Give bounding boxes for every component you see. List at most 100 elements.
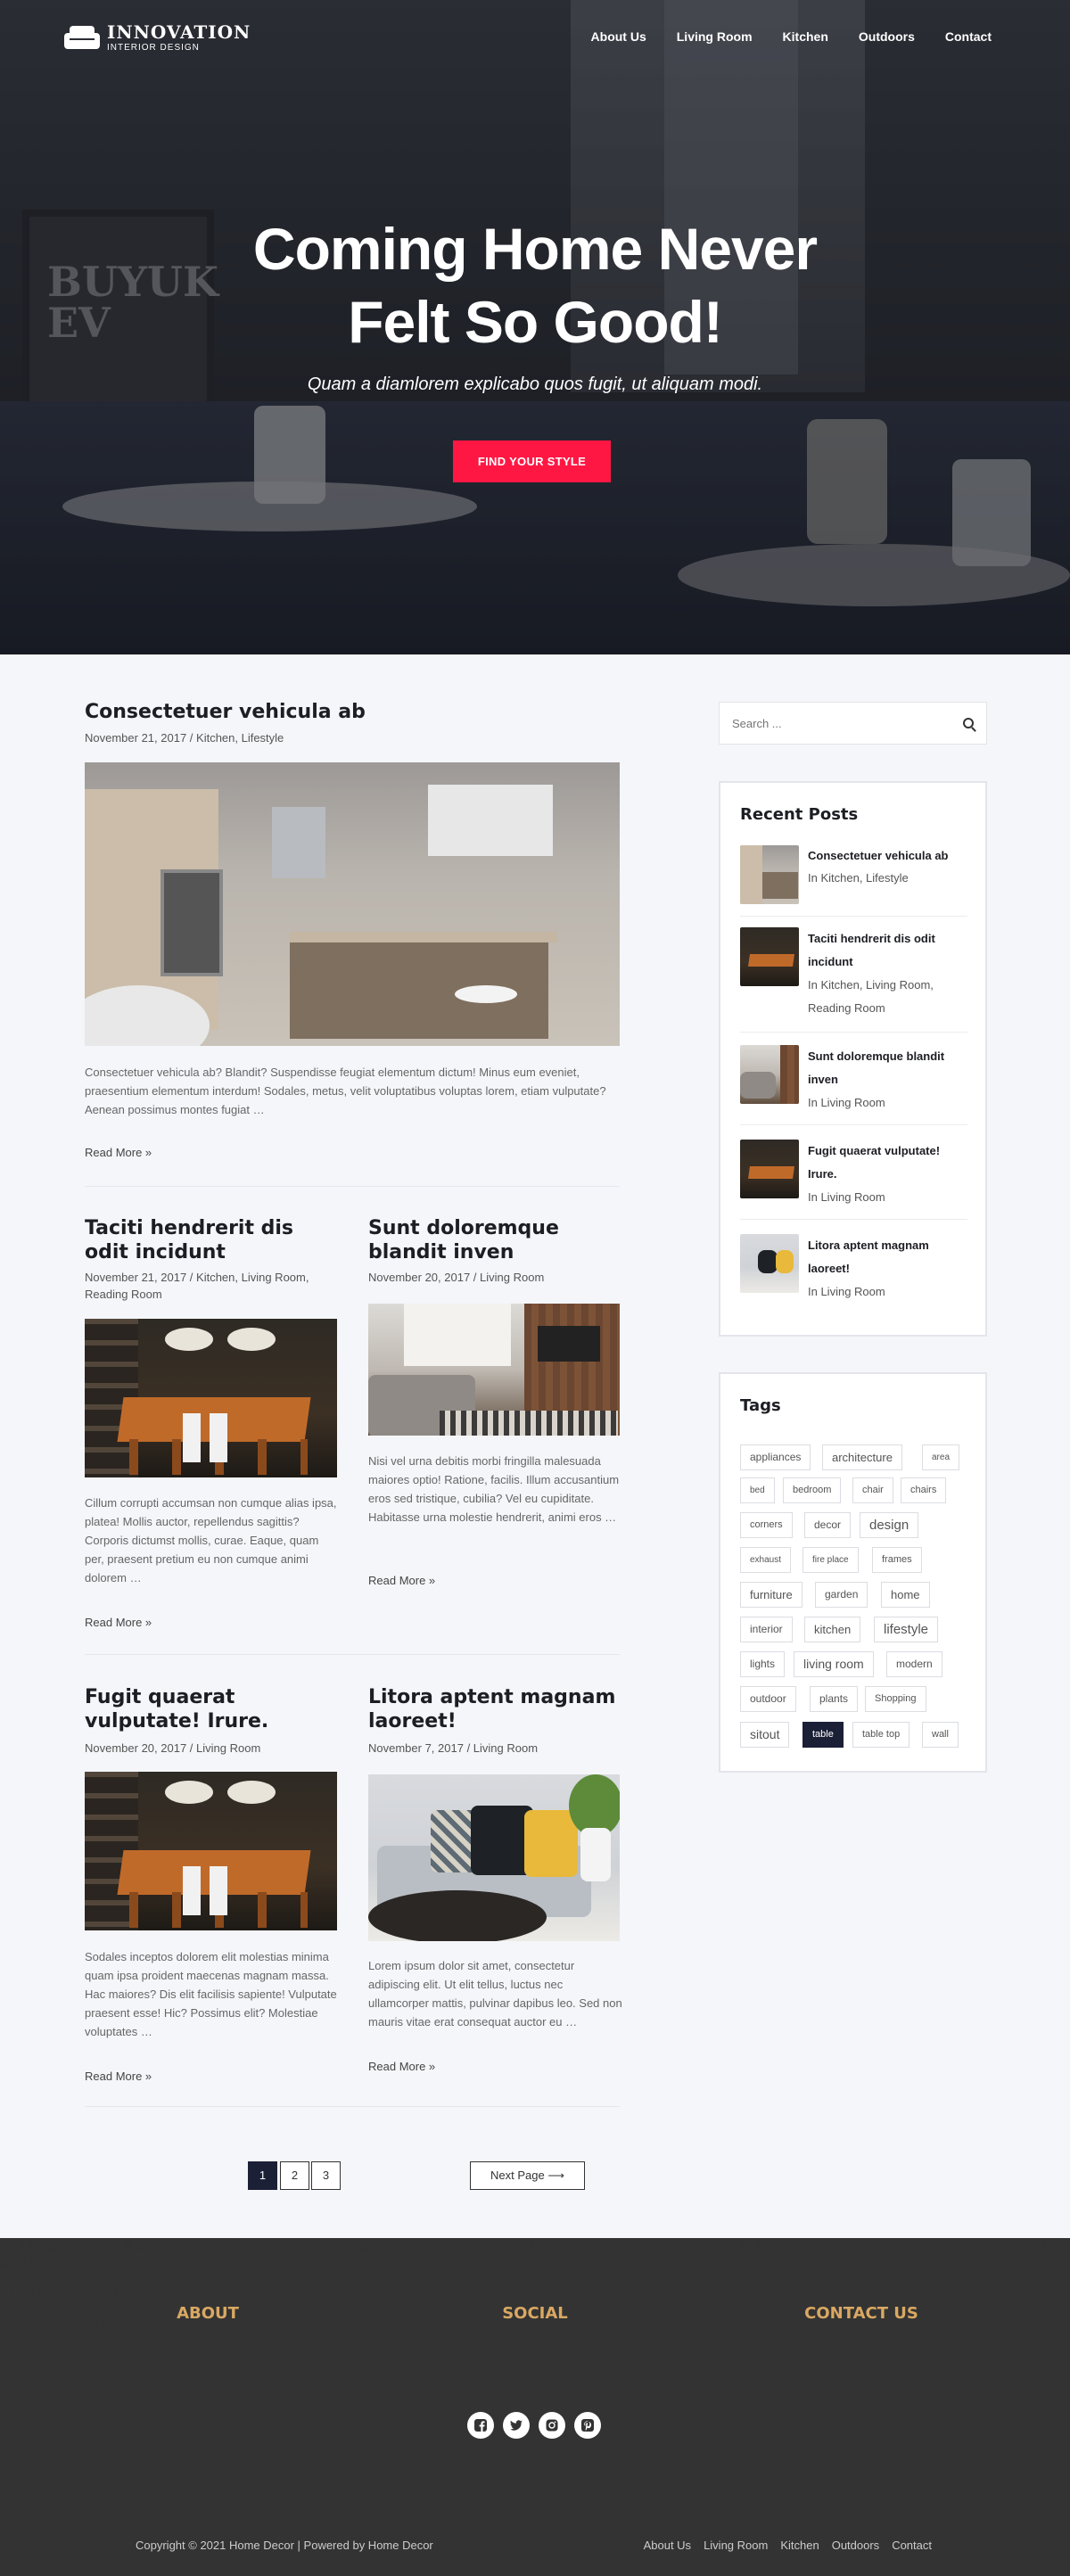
recent-post-title[interactable]: Taciti hendrerit dis odit incidunt (808, 927, 968, 974)
tag-living-room[interactable]: living room (794, 1651, 874, 1677)
tag-outdoor[interactable]: outdoor (740, 1686, 796, 1712)
tag-appliances[interactable]: appliances (740, 1444, 811, 1470)
tag-home[interactable]: home (881, 1582, 930, 1608)
recent-post-thumbnail[interactable] (740, 927, 799, 986)
divider (85, 2106, 620, 2107)
sofa-icon (64, 24, 100, 53)
tag-wall[interactable]: wall (922, 1722, 959, 1748)
recent-post-categories: In Living Room (808, 1285, 885, 1298)
tag-exhaust[interactable]: exhaust (740, 1547, 792, 1573)
instagram-icon[interactable] (539, 2412, 565, 2439)
nav-outdoors[interactable]: Outdoors (859, 30, 915, 43)
footer-nav-outdoors[interactable]: Outdoors (832, 2539, 879, 2551)
tag-plants[interactable]: plants (810, 1686, 859, 1712)
tag-shopping[interactable]: Shopping (865, 1686, 926, 1712)
find-your-style-button[interactable]: FIND YOUR STYLE (453, 440, 611, 482)
recent-post-categories: In Kitchen, Living Room, Reading Room (808, 978, 934, 1015)
footer-nav-contact[interactable]: Contact (892, 2539, 932, 2551)
recent-post-thumbnail[interactable] (740, 1140, 799, 1198)
tag-garden[interactable]: garden (815, 1582, 868, 1608)
tag-frames[interactable]: frames (872, 1547, 922, 1573)
tag-kitchen[interactable]: kitchen (804, 1617, 861, 1642)
tag-fire-place[interactable]: fire place (802, 1547, 859, 1573)
recent-post-title[interactable]: Fugit quaerat vulputate! Irure. (808, 1140, 968, 1186)
read-more-link[interactable]: Read More » (85, 1617, 152, 1628)
recent-post-item[interactable]: Fugit quaerat vulputate! Irure. In Livin… (740, 1140, 968, 1220)
facebook-icon[interactable] (467, 2412, 494, 2439)
divider (85, 1186, 620, 1187)
post-title[interactable]: Sunt doloremque blandit inven (368, 1216, 627, 1264)
tag-decor[interactable]: decor (804, 1512, 852, 1538)
read-more-link[interactable]: Read More » (368, 2061, 435, 2072)
recent-post-item[interactable]: Consectetuer vehicula ab In Kitchen, Lif… (740, 845, 968, 917)
tag-table-top[interactable]: table top (852, 1722, 910, 1748)
read-more-link[interactable]: Read More » (368, 1575, 435, 1586)
tag-furniture[interactable]: furniture (740, 1582, 802, 1608)
main-nav: About Us Living Room Kitchen Outdoors Co… (591, 30, 992, 43)
footer-nav-about-us[interactable]: About Us (644, 2539, 691, 2551)
footer-nav-kitchen[interactable]: Kitchen (780, 2539, 819, 2551)
recent-post-title[interactable]: Consectetuer vehicula ab (808, 845, 968, 867)
tag-modern[interactable]: modern (886, 1651, 942, 1677)
recent-post-thumbnail[interactable] (740, 845, 799, 904)
recent-post-item[interactable]: Taciti hendrerit dis odit incidunt In Ki… (740, 927, 968, 1033)
post-image[interactable] (85, 1319, 337, 1477)
nav-kitchen[interactable]: Kitchen (783, 30, 828, 43)
twitter-icon[interactable] (503, 2412, 530, 2439)
nav-about-us[interactable]: About Us (591, 30, 646, 43)
tag-chair[interactable]: chair (852, 1477, 893, 1503)
search-icon[interactable] (963, 718, 974, 728)
post-image[interactable] (368, 1304, 620, 1436)
search-input[interactable] (732, 716, 928, 730)
page-1-button[interactable]: 1 (248, 2161, 277, 2190)
logo-title: INNOVATION (107, 21, 251, 43)
post-excerpt: Lorem ipsum dolor sit amet, consectetur … (368, 1959, 622, 2029)
post-meta: November 20, 2017 / Living Room (368, 1271, 545, 1284)
page-2-button[interactable]: 2 (280, 2161, 309, 2190)
post-title[interactable]: Litora aptent magnam laoreet! (368, 1685, 627, 1733)
post-title[interactable]: Fugit quaerat vulputate! Irure. (85, 1685, 343, 1733)
tag-table[interactable]: table (802, 1722, 844, 1748)
pinterest-icon[interactable] (574, 2412, 601, 2439)
page-3-button[interactable]: 3 (311, 2161, 341, 2190)
recent-post-categories: In Living Room (808, 1190, 885, 1204)
footer-nav-living-room[interactable]: Living Room (704, 2539, 768, 2551)
read-more-link[interactable]: Read More » (85, 2070, 152, 2082)
post-image[interactable] (85, 1772, 337, 1930)
hero-banner: BUYUK EV INNOVATION INTERIOR DESIGN Abou… (0, 0, 1070, 654)
recent-post-thumbnail[interactable] (740, 1234, 799, 1293)
recent-post-title[interactable]: Sunt doloremque blandit inven (808, 1045, 968, 1091)
footer-nav: About Us Living Room Kitchen Outdoors Co… (644, 2539, 932, 2551)
read-more-link[interactable]: Read More » (85, 1147, 152, 1158)
post-image[interactable] (368, 1774, 620, 1941)
divider (85, 1654, 620, 1655)
tag-architecture[interactable]: architecture (822, 1444, 902, 1470)
tag-bedroom[interactable]: bedroom (783, 1477, 842, 1503)
hero-subtitle: Quam a diamlorem explicabo quos fugit, u… (307, 374, 763, 394)
tag-area[interactable]: area (922, 1444, 960, 1470)
tag-design[interactable]: design (860, 1512, 919, 1538)
post-title[interactable]: Taciti hendrerit dis odit incidunt (85, 1216, 343, 1264)
tags-widget: Tags appliances architecture area bed be… (719, 1372, 987, 1773)
recent-post-item[interactable]: Sunt doloremque blandit inven In Living … (740, 1045, 968, 1125)
tag-corners[interactable]: corners (740, 1512, 793, 1538)
nav-living-room[interactable]: Living Room (677, 30, 753, 43)
search-box (719, 702, 987, 745)
logo-subtitle: INTERIOR DESIGN (107, 43, 200, 53)
recent-post-item[interactable]: Litora aptent magnam laoreet! In Living … (740, 1234, 968, 1298)
footer-contact-info: 500 Terry Francois St. San Francisco, CA… (0, 2238, 145, 2333)
post-image[interactable] (85, 762, 620, 1046)
site-logo[interactable]: INNOVATION INTERIOR DESIGN (64, 23, 251, 53)
nav-contact[interactable]: Contact (945, 30, 992, 43)
post-excerpt: Sodales inceptos dolorem elit molestias … (85, 1950, 337, 2038)
recent-post-title[interactable]: Litora aptent magnam laoreet! (808, 1234, 968, 1280)
next-page-button[interactable]: Next Page ⟶ (470, 2161, 585, 2190)
tag-lifestyle[interactable]: lifestyle (874, 1617, 939, 1642)
tag-interior[interactable]: interior (740, 1617, 793, 1642)
post-title[interactable]: Consectetuer vehicula ab (85, 700, 620, 724)
recent-post-thumbnail[interactable] (740, 1045, 799, 1104)
tag-lights[interactable]: lights (740, 1651, 786, 1677)
tag-sitout[interactable]: sitout (740, 1722, 790, 1748)
tag-bed[interactable]: bed (740, 1477, 775, 1503)
tag-chairs[interactable]: chairs (901, 1477, 947, 1503)
